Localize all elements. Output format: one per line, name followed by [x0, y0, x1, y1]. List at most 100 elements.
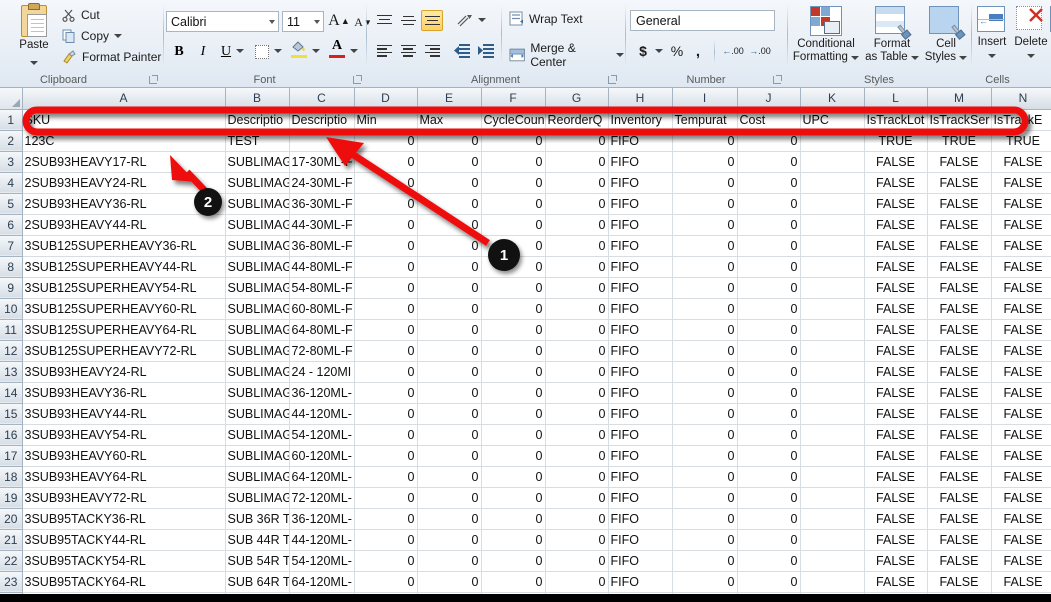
column-header-I[interactable]: I — [672, 88, 738, 110]
decrease-decimal-button[interactable]: → .00 — [748, 42, 772, 60]
table-cell[interactable]: 0 — [672, 508, 738, 530]
borders-chevron-down-icon[interactable] — [274, 49, 282, 53]
align-top-button[interactable] — [373, 10, 395, 31]
table-cell[interactable]: FALSE — [927, 340, 992, 362]
table-cell[interactable]: 3SUB95TACKY44-RL — [22, 529, 226, 551]
delete-cells-button[interactable]: Delete — [1010, 6, 1051, 61]
italic-button[interactable]: I — [192, 41, 214, 62]
table-cell[interactable]: 0 — [354, 319, 418, 341]
table-cell[interactable]: 0 — [354, 403, 418, 425]
table-cell[interactable]: 0 — [354, 130, 418, 152]
table-cell[interactable]: SUBLIMAG — [225, 172, 290, 194]
table-cell[interactable]: 0 — [672, 172, 738, 194]
table-cell[interactable]: 0 — [672, 466, 738, 488]
table-cell[interactable]: 0 — [545, 151, 609, 173]
table-cell[interactable]: FALSE — [991, 550, 1051, 572]
table-cell[interactable]: FALSE — [991, 508, 1051, 530]
table-row[interactable]: 18 3SUB93HEAVY64-RL SUBLIMAG 64-120ML- 0 0 0 0 F… — [0, 466, 1051, 488]
table-cell[interactable]: 36-80ML-F — [289, 235, 355, 257]
table-cell[interactable] — [800, 382, 865, 404]
clipboard-dialog-launcher[interactable] — [148, 75, 158, 85]
table-cell[interactable]: 3SUB93HEAVY54-RL — [22, 424, 226, 446]
table-cell[interactable]: SUB 36R T, — [225, 508, 290, 530]
table-cell[interactable]: FALSE — [927, 214, 992, 236]
table-cell[interactable]: FALSE — [927, 403, 992, 425]
table-cell[interactable]: 0 — [417, 214, 482, 236]
table-row[interactable]: 2 123C TEST 0 0 0 0 FIFO 0 0 TRUE TRUE TRUE — [0, 130, 1051, 152]
table-cell[interactable]: 36-120ML- — [289, 508, 355, 530]
table-cell[interactable]: 0 — [354, 277, 418, 299]
align-bottom-button[interactable] — [421, 10, 443, 31]
table-cell[interactable]: 0 — [737, 256, 801, 278]
cell-styles-chevron-down-icon[interactable] — [959, 55, 968, 60]
grow-font-button[interactable]: A ▲ — [328, 9, 350, 33]
increase-indent-button[interactable] — [475, 40, 497, 61]
table-cell[interactable]: SUBLIMAG — [225, 340, 290, 362]
table-cell[interactable]: FALSE — [864, 256, 928, 278]
table-cell[interactable]: SUB 54R T, — [225, 550, 290, 572]
cell-styles-button[interactable]: Cell Styles — [922, 6, 970, 63]
table-cell[interactable]: 3SUB95TACKY36-RL — [22, 508, 226, 530]
table-cell[interactable]: FIFO — [608, 550, 673, 572]
table-row[interactable]: 13 3SUB93HEAVY24-RL SUBLIMAG 24 - 120MI 0 0 0 0… — [0, 361, 1051, 383]
alignment-dialog-launcher[interactable] — [607, 75, 617, 85]
table-cell[interactable]: 0 — [545, 235, 609, 257]
table-cell[interactable]: FALSE — [991, 256, 1051, 278]
table-cell[interactable]: FALSE — [927, 424, 992, 446]
row-header[interactable]: 9 — [0, 277, 23, 299]
table-cell[interactable]: SUBLIMAG — [225, 382, 290, 404]
table-cell[interactable]: 0 — [545, 361, 609, 383]
table-row[interactable]: 10 3SUB125SUPERHEAVY60-RL SUBLIMAG 60-80ML-… — [0, 298, 1051, 320]
table-cell[interactable]: 60-80ML-F — [289, 298, 355, 320]
row-header[interactable]: 18 — [0, 466, 23, 488]
table-cell[interactable]: 0 — [354, 298, 418, 320]
table-cell[interactable]: 0 — [737, 571, 801, 593]
table-cell[interactable] — [800, 256, 865, 278]
table-cell[interactable]: 0 — [737, 529, 801, 551]
table-row[interactable]: 3 2SUB93HEAVY17-RL SUBLIMAG 17-30ML-F 0 0 0 0 FI… — [0, 151, 1051, 173]
table-cell[interactable]: 0 — [354, 508, 418, 530]
table-cell[interactable]: FALSE — [991, 340, 1051, 362]
column-header-G[interactable]: G — [545, 88, 609, 110]
table-cell[interactable]: 0 — [545, 193, 609, 215]
table-cell[interactable] — [800, 571, 865, 593]
table-cell[interactable]: 54-120ML- — [289, 424, 355, 446]
table-row[interactable]: 14 3SUB93HEAVY36-RL SUBLIMAG 36-120ML- 0 0 0 0 F… — [0, 382, 1051, 404]
font-name-input[interactable]: Calibri — [166, 11, 279, 32]
table-cell[interactable]: 3SUB125SUPERHEAVY36-RL — [22, 235, 226, 257]
table-cell[interactable]: 0 — [737, 487, 801, 509]
table-cell[interactable]: 3SUB95TACKY64-RL — [22, 571, 226, 593]
row-header[interactable]: 17 — [0, 445, 23, 467]
table-cell[interactable]: FALSE — [927, 151, 992, 173]
accounting-chevron-down-icon[interactable] — [655, 49, 663, 53]
format-as-table-button[interactable]: Format as Table — [864, 6, 920, 63]
header-cell[interactable]: Descriptio — [289, 109, 355, 131]
table-cell[interactable]: 0 — [354, 424, 418, 446]
table-cell[interactable]: 64-120ML- — [289, 571, 355, 593]
table-cell[interactable]: 0 — [354, 466, 418, 488]
table-cell[interactable] — [800, 172, 865, 194]
table-cell[interactable]: FALSE — [991, 466, 1051, 488]
row-header[interactable]: 4 — [0, 172, 23, 194]
table-cell[interactable]: 0 — [672, 571, 738, 593]
table-cell[interactable]: 24 - 120MI — [289, 361, 355, 383]
table-cell[interactable]: 0 — [354, 235, 418, 257]
header-cell[interactable]: ReorderQ — [545, 109, 609, 131]
table-cell[interactable]: 0 — [417, 529, 482, 551]
table-cell[interactable]: 64-80ML-F — [289, 319, 355, 341]
table-cell[interactable]: FALSE — [864, 235, 928, 257]
table-cell[interactable]: FALSE — [927, 298, 992, 320]
table-cell[interactable]: 0 — [545, 466, 609, 488]
table-cell[interactable]: FIFO — [608, 298, 673, 320]
table-cell[interactable]: 0 — [672, 361, 738, 383]
table-cell[interactable]: FALSE — [991, 214, 1051, 236]
table-cell[interactable]: 0 — [672, 445, 738, 467]
table-cell[interactable] — [800, 508, 865, 530]
table-cell[interactable]: 0 — [545, 571, 609, 593]
select-all-corner[interactable] — [0, 88, 23, 110]
font-dialog-launcher[interactable] — [352, 75, 362, 85]
header-cell[interactable]: Cost — [737, 109, 801, 131]
worksheet-grid[interactable]: A B C D E F G H I J K L M N 1 SKU Descript… — [0, 88, 1051, 594]
table-cell[interactable]: 0 — [672, 277, 738, 299]
table-cell[interactable]: 0 — [672, 403, 738, 425]
